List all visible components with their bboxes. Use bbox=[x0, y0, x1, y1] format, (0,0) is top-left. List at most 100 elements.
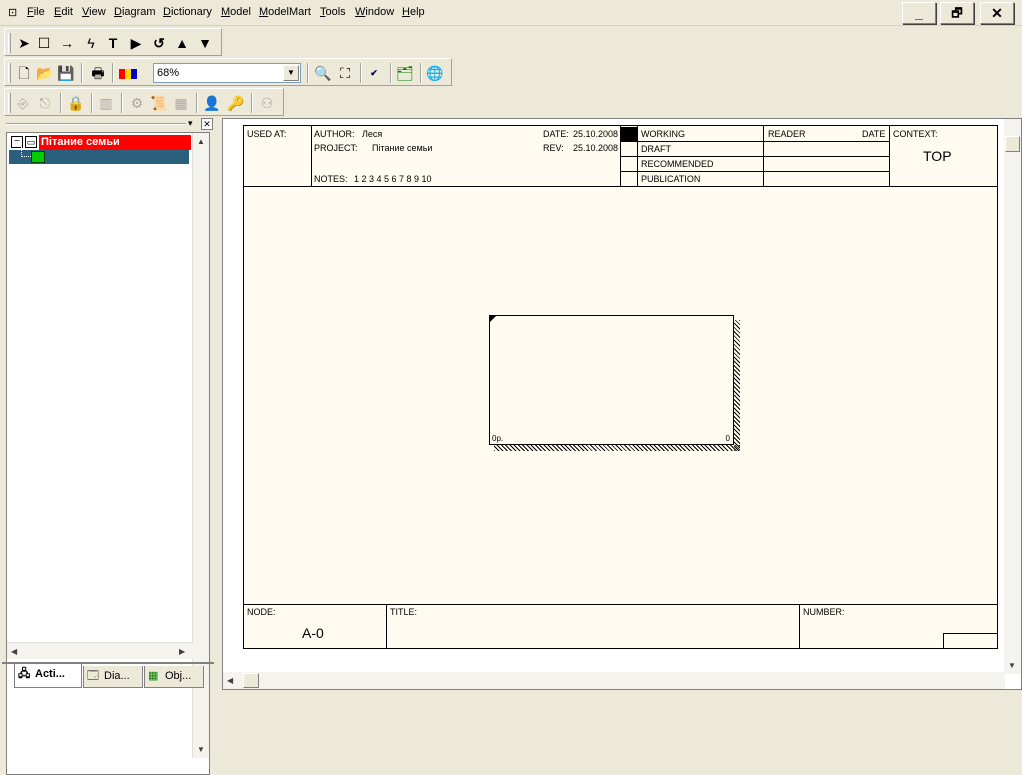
up-arrow-icon[interactable]: ▲ bbox=[171, 32, 193, 54]
go-to-parent-icon[interactable]: ↺ bbox=[148, 32, 170, 54]
merge-icon[interactable]: ⚙ bbox=[126, 92, 148, 114]
objects-icon: ▦ bbox=[148, 670, 159, 682]
modelmart-toolbar: ⎆ ⎋ 🔒 ▥ ⚙ 📜 ▦ 👤 🔑 ⚇ bbox=[4, 88, 284, 116]
scroll-right-icon[interactable]: ▶ bbox=[179, 647, 185, 656]
go-to-child-icon[interactable]: ▶ bbox=[125, 32, 147, 54]
tree-node-root[interactable]: − ▭ Пітание семьи bbox=[9, 135, 191, 150]
scroll-down-icon[interactable]: ▼ bbox=[197, 745, 205, 754]
spell-check-icon[interactable]: ✔ bbox=[363, 62, 385, 84]
security-icon[interactable]: 🔑 bbox=[225, 92, 247, 114]
toolbar-separator bbox=[196, 93, 198, 113]
menu-modelmart[interactable]: ModelMart bbox=[259, 6, 311, 18]
menu-dictionary[interactable]: Dictionary bbox=[163, 6, 212, 18]
menu-file[interactable]: File bbox=[27, 6, 45, 18]
scroll-icon[interactable]: 📜 bbox=[148, 92, 170, 114]
activity-box[interactable]: 0р. 0 bbox=[489, 315, 734, 445]
down-arrow-icon[interactable]: ▼ bbox=[194, 32, 216, 54]
toolbar-separator bbox=[420, 63, 422, 83]
scroll-thumb[interactable] bbox=[243, 673, 259, 688]
squiggle-tool-icon[interactable]: ϟ bbox=[80, 32, 102, 54]
box-number: 0 bbox=[725, 434, 730, 443]
grid-icon[interactable]: ▦ bbox=[170, 92, 192, 114]
toolbar-grip[interactable] bbox=[8, 93, 11, 113]
session-icon[interactable]: ⚇ bbox=[256, 92, 278, 114]
project-value: Пітание семьи bbox=[372, 143, 433, 153]
text-tool-icon[interactable]: T bbox=[102, 32, 124, 54]
status-publication: PUBLICATION bbox=[641, 174, 701, 184]
tree-horizontal-scrollbar[interactable]: ◀ ▶ bbox=[7, 642, 193, 659]
box-tool-icon[interactable]: ☐ bbox=[33, 32, 55, 54]
lock-icon[interactable]: 🔒 bbox=[65, 92, 87, 114]
model-explorer-panel: ▾ ✕ − ▭ Пітание семьи ▲ ▼ ◀ ▶ 🖧 Acti... … bbox=[2, 118, 214, 775]
project-label: PROJECT: bbox=[314, 143, 358, 153]
pointer-tool-icon[interactable]: ➤ bbox=[13, 32, 35, 54]
model-explorer-icon[interactable]: 🗂 bbox=[394, 62, 416, 84]
idef0-diagram-canvas[interactable]: USED AT: AUTHOR: Леся PROJECT: Пітание с… bbox=[243, 125, 998, 649]
toolbar-separator bbox=[112, 63, 114, 83]
restore-button[interactable]: 🗗 bbox=[940, 2, 974, 24]
menu-window[interactable]: Window bbox=[355, 6, 394, 18]
scroll-down-icon[interactable]: ▼ bbox=[1008, 661, 1016, 670]
toolbar-grip[interactable] bbox=[8, 63, 11, 83]
zoom-fit-icon[interactable]: ⛶ bbox=[334, 62, 356, 84]
diagram-horizontal-scrollbar[interactable]: ◀ bbox=[223, 672, 1005, 689]
app-icon[interactable]: ⊡ bbox=[8, 6, 17, 19]
reader-date-label: DATE bbox=[862, 129, 886, 139]
panel-menu-icon[interactable]: ▾ bbox=[188, 118, 193, 129]
standard-toolbar: 🗋 📂 💾 🖶 68% ▼ 🔍 ⛶ ✔ 🗂 🌐 bbox=[4, 58, 452, 86]
menu-help[interactable]: Help bbox=[402, 6, 425, 18]
library-icon[interactable]: ▥ bbox=[95, 92, 117, 114]
box-shadow bbox=[734, 320, 740, 451]
chevron-down-icon[interactable]: ▼ bbox=[283, 65, 299, 81]
activity-tree-icon: 🖧 bbox=[18, 668, 31, 680]
node-value: A-0 bbox=[302, 625, 324, 641]
print-icon[interactable]: 🖶 bbox=[87, 62, 109, 84]
scroll-left-icon[interactable]: ◀ bbox=[227, 676, 233, 685]
tree-node-child[interactable] bbox=[9, 147, 189, 164]
diagram-vertical-scrollbar[interactable]: ▼ bbox=[1004, 119, 1021, 674]
tree-root-label[interactable]: Пітание семьи bbox=[39, 135, 191, 150]
toolbar-separator bbox=[307, 63, 309, 83]
menu-diagram[interactable]: Diagram bbox=[114, 6, 156, 18]
panel-close-icon[interactable]: ✕ bbox=[201, 118, 213, 130]
number-box bbox=[943, 633, 997, 648]
toolbar-separator bbox=[81, 63, 83, 83]
menu-edit[interactable]: Edit bbox=[54, 6, 73, 18]
scroll-left-icon[interactable]: ◀ bbox=[11, 647, 17, 656]
users-icon[interactable]: 👤 bbox=[201, 92, 223, 114]
tree-connector bbox=[21, 147, 31, 157]
save-icon[interactable]: 💾 bbox=[55, 62, 77, 84]
disconnect-icon[interactable]: ⎋ bbox=[34, 92, 56, 114]
tree-vertical-scrollbar[interactable]: ▲ ▼ bbox=[192, 133, 209, 758]
zoom-icon[interactable]: 🔍 bbox=[312, 62, 334, 84]
node-label: NODE: bbox=[247, 607, 276, 617]
reader-label: READER bbox=[768, 129, 806, 139]
tab-objects[interactable]: ▦ Obj... bbox=[144, 666, 204, 688]
tab-activities[interactable]: 🖧 Acti... bbox=[14, 664, 82, 688]
status-working: WORKING bbox=[641, 129, 685, 139]
arrow-tool-icon[interactable]: → bbox=[56, 32, 78, 54]
connect-icon[interactable]: ⎆ bbox=[12, 92, 34, 114]
context-value: TOP bbox=[923, 148, 952, 164]
open-folder-icon[interactable]: 📂 bbox=[34, 62, 56, 84]
minimize-button[interactable]: _ bbox=[902, 2, 936, 24]
toolbar-separator bbox=[390, 63, 392, 83]
toolbar-grip[interactable] bbox=[8, 33, 11, 53]
color-palette-icon[interactable] bbox=[117, 62, 139, 84]
tab-diagrams[interactable]: 🗔 Dia... bbox=[83, 666, 143, 688]
new-file-icon[interactable]: 🗋 bbox=[13, 62, 35, 84]
scroll-up-icon[interactable]: ▲ bbox=[197, 137, 205, 146]
menu-view[interactable]: View bbox=[82, 6, 106, 18]
close-button[interactable]: ✕ bbox=[980, 2, 1014, 24]
globe-icon[interactable]: 🌐 bbox=[424, 62, 446, 84]
box-corner-mark bbox=[490, 316, 496, 322]
box-shadow bbox=[494, 445, 740, 451]
zoom-combobox[interactable]: 68% ▼ bbox=[153, 63, 301, 83]
diagram-window: USED AT: AUTHOR: Леся PROJECT: Пітание с… bbox=[222, 118, 1022, 690]
toolbar-separator bbox=[91, 93, 93, 113]
status-recommended: RECOMMENDED bbox=[641, 159, 714, 169]
scroll-thumb[interactable] bbox=[1005, 136, 1020, 152]
menu-model[interactable]: Model bbox=[221, 6, 251, 18]
status-draft: DRAFT bbox=[641, 144, 671, 154]
menu-tools[interactable]: Tools bbox=[320, 6, 346, 18]
